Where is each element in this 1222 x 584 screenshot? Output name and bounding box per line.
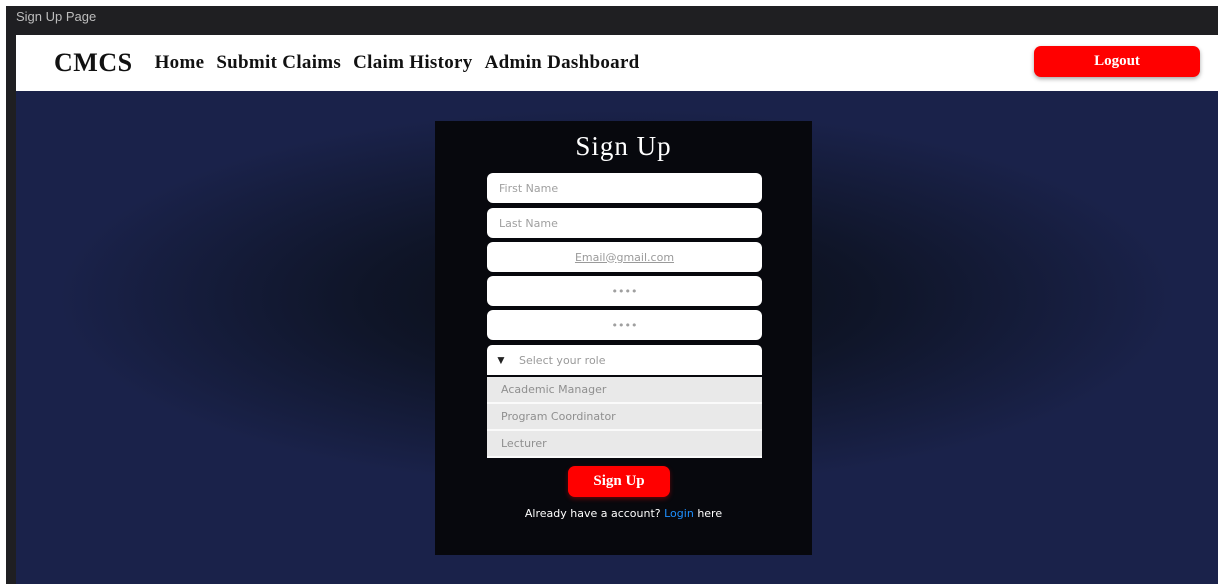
page-background: Sign Up ▼ Select your role Academic Mana… [16, 91, 1218, 584]
brand-logo[interactable]: CMCS [54, 48, 133, 78]
login-prompt: Already have a account? Login here [435, 507, 812, 520]
signup-card: Sign Up ▼ Select your role Academic Mana… [435, 121, 812, 555]
navbar: CMCS Home Submit Claims Claim History Ad… [16, 35, 1218, 91]
confirm-password-input[interactable] [487, 310, 762, 340]
nav-claim-history[interactable]: Claim History [353, 52, 472, 74]
page-title: Sign Up [575, 131, 672, 161]
email-input[interactable] [487, 242, 762, 272]
role-option-academic-manager[interactable]: Academic Manager [487, 377, 762, 404]
window-title: Sign Up Page [16, 9, 97, 24]
triangle-down-icon: ▼ [495, 353, 507, 367]
login-prompt-prefix: Already have a account? [524, 507, 661, 520]
signup-button[interactable]: Sign Up [568, 466, 670, 497]
password-input[interactable] [487, 276, 762, 306]
role-options-list: Academic Manager Program Coordinator Lec… [487, 377, 762, 458]
role-option-lecturer[interactable]: Lecturer [487, 431, 762, 458]
login-prompt-suffix: here [697, 507, 723, 520]
nav-links: Home Submit Claims Claim History Admin D… [155, 52, 640, 74]
login-link[interactable]: Login [664, 507, 694, 520]
role-option-program-coordinator[interactable]: Program Coordinator [487, 404, 762, 431]
nav-home[interactable]: Home [155, 52, 205, 74]
last-name-input[interactable] [487, 208, 762, 238]
role-select[interactable]: ▼ Select your role [487, 345, 762, 375]
role-select-label: Select your role [519, 353, 606, 367]
browser-window: Sign Up Page CMCS Home Submit Claims Cla… [6, 6, 1218, 584]
nav-submit-claims[interactable]: Submit Claims [216, 52, 341, 74]
nav-admin-dashboard[interactable]: Admin Dashboard [485, 52, 640, 74]
first-name-input[interactable] [487, 173, 762, 203]
logout-button[interactable]: Logout [1034, 46, 1200, 77]
